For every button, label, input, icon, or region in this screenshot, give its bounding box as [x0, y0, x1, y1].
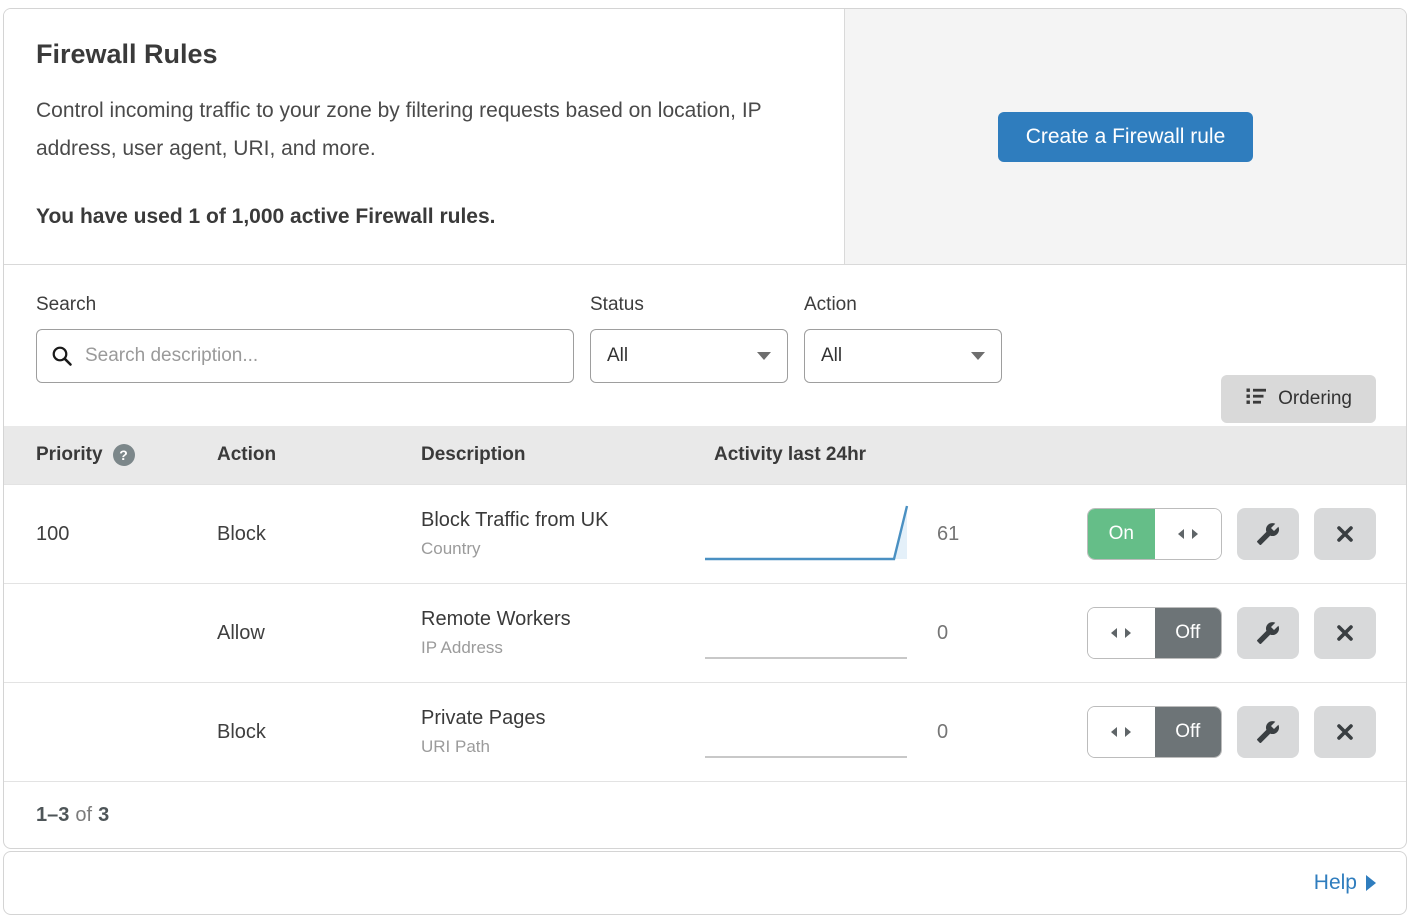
rule-description-cell: Private Pages URI Path	[421, 707, 714, 757]
firewall-rules-table: Priority ? Action Description Activity l…	[4, 426, 1406, 781]
activity-count: 61	[929, 523, 1019, 546]
table-header-row: Priority ? Action Description Activity l…	[4, 426, 1406, 484]
rule-enabled-toggle[interactable]: Off	[1087, 607, 1222, 659]
search-icon	[50, 344, 74, 368]
rule-description-cell: Block Traffic from UK Country	[421, 509, 714, 559]
help-bar: Help	[3, 851, 1407, 915]
rule-priority: 100	[36, 523, 217, 546]
column-action: Action	[217, 444, 421, 466]
action-select[interactable]: All	[804, 329, 1002, 383]
activity-sparkline	[714, 701, 929, 763]
close-icon	[1334, 523, 1356, 545]
close-icon	[1334, 622, 1356, 644]
rule-enabled-toggle[interactable]: On	[1087, 508, 1222, 560]
delete-rule-button[interactable]	[1314, 508, 1376, 560]
action-filter-group: Action All	[804, 294, 1002, 426]
page-range: 1–3	[36, 804, 69, 827]
page-range-of: of	[75, 804, 92, 827]
rule-controls: Off	[1019, 706, 1406, 758]
priority-help-icon[interactable]: ?	[113, 444, 135, 466]
delete-rule-button[interactable]	[1314, 706, 1376, 758]
wrench-icon	[1256, 522, 1280, 546]
edit-rule-button[interactable]	[1237, 607, 1299, 659]
wrench-icon	[1256, 621, 1280, 645]
page-title: Firewall Rules	[36, 39, 812, 70]
rule-match-type: Country	[421, 539, 714, 559]
search-box	[36, 329, 574, 383]
rule-enabled-toggle[interactable]: Off	[1087, 706, 1222, 758]
rule-controls: On	[1019, 508, 1406, 560]
edit-rule-button[interactable]	[1237, 706, 1299, 758]
page-total: 3	[98, 804, 109, 827]
help-link-label: Help	[1314, 871, 1357, 895]
ordering-button-label: Ordering	[1278, 388, 1352, 410]
chevron-down-icon	[971, 352, 985, 360]
delete-rule-button[interactable]	[1314, 607, 1376, 659]
action-select-value: All	[821, 345, 842, 367]
toggle-knob	[1088, 707, 1155, 757]
status-filter-group: Status All	[590, 294, 788, 426]
status-select-value: All	[607, 345, 628, 367]
spacer	[788, 294, 804, 426]
rule-description: Block Traffic from UK	[421, 509, 714, 532]
left-right-arrows-icon	[1109, 724, 1133, 740]
rule-action: Block	[217, 721, 421, 744]
rule-description: Remote Workers	[421, 608, 714, 631]
activity-count: 0	[929, 721, 1019, 744]
activity-sparkline	[714, 503, 929, 565]
activity-sparkline	[714, 602, 929, 664]
spacer	[574, 294, 590, 426]
usage-summary: You have used 1 of 1,000 active Firewall…	[36, 205, 812, 229]
header-intro: Firewall Rules Control incoming traffic …	[4, 9, 845, 264]
rule-controls: Off	[1019, 607, 1406, 659]
activity-count: 0	[929, 622, 1019, 645]
rule-description: Private Pages	[421, 707, 714, 730]
help-link[interactable]: Help	[1314, 871, 1376, 895]
pagination-summary: 1–3 of 3	[4, 781, 1406, 848]
firewall-rules-page: Firewall Rules Control incoming traffic …	[0, 0, 1410, 923]
close-icon	[1334, 721, 1356, 743]
header-section: Firewall Rules Control incoming traffic …	[4, 9, 1406, 265]
search-input[interactable]	[36, 329, 574, 383]
firewall-rules-card: Firewall Rules Control incoming traffic …	[3, 8, 1407, 849]
edit-rule-button[interactable]	[1237, 508, 1299, 560]
arrow-right-icon	[1366, 875, 1376, 891]
toggle-off-segment: Off	[1155, 707, 1222, 757]
search-label: Search	[36, 294, 574, 316]
column-priority: Priority ?	[36, 444, 217, 466]
column-priority-label: Priority	[36, 444, 103, 466]
status-label: Status	[590, 294, 788, 316]
filter-bar: Search Status All Action	[4, 265, 1406, 426]
ordering-button[interactable]: Ordering	[1221, 375, 1376, 423]
chevron-down-icon	[757, 352, 771, 360]
table-row: Block Private Pages URI Path 0	[4, 682, 1406, 781]
toggle-knob	[1155, 509, 1222, 559]
left-right-arrows-icon	[1109, 625, 1133, 641]
wrench-icon	[1256, 720, 1280, 744]
rule-description-cell: Remote Workers IP Address	[421, 608, 714, 658]
toggle-off-segment: Off	[1155, 608, 1222, 658]
left-right-arrows-icon	[1176, 526, 1200, 542]
column-description: Description	[421, 444, 714, 466]
create-firewall-rule-button[interactable]: Create a Firewall rule	[998, 112, 1254, 162]
status-select[interactable]: All	[590, 329, 788, 383]
rule-action: Block	[217, 523, 421, 546]
rule-action: Allow	[217, 622, 421, 645]
header-action-panel: Create a Firewall rule	[845, 9, 1406, 264]
toggle-on-segment: On	[1088, 509, 1155, 559]
search-filter-group: Search	[36, 294, 574, 426]
page-description: Control incoming traffic to your zone by…	[36, 92, 801, 168]
table-row: Allow Remote Workers IP Address 0	[4, 583, 1406, 682]
toggle-knob	[1088, 608, 1155, 658]
column-activity: Activity last 24hr	[714, 444, 929, 466]
rule-match-type: URI Path	[421, 737, 714, 757]
table-row: 100 Block Block Traffic from UK Country …	[4, 484, 1406, 583]
action-label: Action	[804, 294, 1002, 316]
rule-match-type: IP Address	[421, 638, 714, 658]
list-ordering-icon	[1245, 385, 1267, 413]
